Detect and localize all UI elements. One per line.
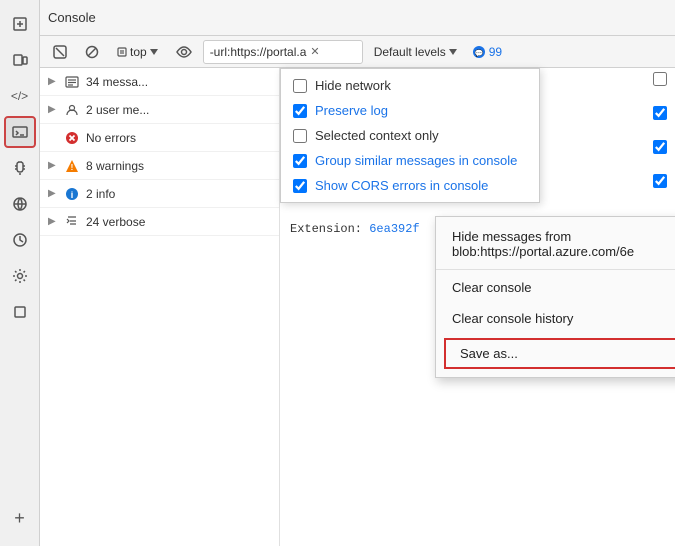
cors-errors-checkbox[interactable]: [293, 179, 307, 193]
sidebar-icon-performance[interactable]: [4, 224, 36, 256]
sidebar-icon-code[interactable]: </>: [4, 80, 36, 112]
selected-context-item[interactable]: Selected context only: [281, 123, 539, 148]
group-similar-item[interactable]: Group similar messages in console: [281, 148, 539, 173]
divider-1: [436, 269, 675, 270]
list-item[interactable]: ▶ i 2 info: [40, 180, 279, 208]
right-check-4[interactable]: [653, 174, 667, 188]
expand-arrow: ▶: [48, 216, 58, 227]
group-similar-label: Group similar messages in console: [315, 153, 517, 168]
svg-text:i: i: [71, 190, 74, 200]
count-number: 99: [489, 45, 502, 59]
clear-button[interactable]: [46, 40, 74, 64]
content-area: ▶ 34 messa... ▶: [40, 68, 675, 546]
sidebar-icon-console[interactable]: [4, 116, 36, 148]
context-selector[interactable]: top: [110, 40, 165, 64]
list-item-label: 2 user me...: [86, 103, 149, 117]
toolbar: top -url:https://portal.a ✕ Default leve…: [40, 36, 675, 68]
save-as-item[interactable]: Save as...: [444, 338, 675, 369]
list-item-label: 2 info: [86, 187, 115, 201]
sidebar: </> +: [0, 0, 40, 546]
hide-network-label: Hide network: [315, 78, 391, 93]
list-item[interactable]: ▶ ! 8 warnings: [40, 152, 279, 180]
list-item[interactable]: ▶ 24 verbose: [40, 208, 279, 236]
hide-messages-item[interactable]: Hide messages from blob:https://portal.a…: [436, 221, 675, 267]
list-item[interactable]: No errors: [40, 124, 279, 152]
eye-button[interactable]: [169, 40, 199, 64]
list-item-label: 8 warnings: [86, 159, 144, 173]
levels-label: Default levels: [374, 45, 446, 59]
save-as-label: Save as...: [460, 346, 518, 361]
url-filter-clear[interactable]: ✕: [310, 45, 319, 58]
sidebar-icon-add[interactable]: +: [4, 502, 36, 534]
list-item-label: No errors: [86, 131, 136, 145]
message-list: ▶ 34 messa... ▶: [40, 68, 280, 546]
topbar: Console: [40, 0, 675, 36]
preserve-log-label: Preserve log: [315, 103, 388, 118]
user-icon: [64, 102, 80, 118]
messages-icon: [64, 74, 80, 90]
clear-history-item[interactable]: Clear console history: [436, 303, 675, 334]
context-menu: Hide messages from blob:https://portal.a…: [435, 216, 675, 378]
sidebar-icon-device[interactable]: [4, 44, 36, 76]
hide-network-checkbox[interactable]: [293, 79, 307, 93]
sidebar-icon-settings[interactable]: [4, 260, 36, 292]
expand-arrow: ▶: [48, 188, 58, 199]
expand-arrow: ▶: [48, 76, 58, 87]
sidebar-icon-debug[interactable]: [4, 152, 36, 184]
expand-arrow: ▶: [48, 104, 58, 115]
url-filter-field[interactable]: -url:https://portal.a ✕: [203, 40, 363, 64]
list-item-label: 24 verbose: [86, 215, 145, 229]
message-count-badge: 💬 99: [468, 45, 506, 59]
main-panel: Console top: [40, 0, 675, 546]
hide-messages-label: Hide messages from blob:https://portal.a…: [452, 229, 634, 259]
sidebar-icon-inspect[interactable]: [4, 8, 36, 40]
list-item[interactable]: ▶ 2 user me...: [40, 96, 279, 124]
panel-title: Console: [48, 10, 96, 25]
sidebar-icon-network[interactable]: [4, 188, 36, 220]
clear-console-item[interactable]: Clear console: [436, 272, 675, 303]
cors-errors-item[interactable]: Show CORS errors in console: [281, 173, 539, 198]
list-item[interactable]: ▶ 34 messa...: [40, 68, 279, 96]
warning-icon: !: [64, 158, 80, 174]
preserve-log-item[interactable]: Preserve log: [281, 98, 539, 123]
svg-text:💬: 💬: [474, 48, 483, 57]
selected-context-checkbox[interactable]: [293, 129, 307, 143]
url-filter-text: -url:https://portal.a: [210, 45, 307, 59]
right-check-2[interactable]: [653, 106, 667, 120]
error-icon: [64, 130, 80, 146]
expand-arrow: ▶: [48, 160, 58, 171]
preserve-log-checkbox[interactable]: [293, 104, 307, 118]
no-sign-button[interactable]: [78, 40, 106, 64]
hide-network-item[interactable]: Hide network: [281, 73, 539, 98]
right-panel: Hide network Preserve log Selected conte…: [280, 68, 675, 546]
group-similar-checkbox[interactable]: [293, 154, 307, 168]
levels-dropdown-panel: Hide network Preserve log Selected conte…: [280, 68, 540, 203]
clear-console-label: Clear console: [452, 280, 532, 295]
right-checkboxes: [653, 72, 667, 188]
console-log-link[interactable]: 6ea392f: [369, 222, 419, 236]
right-check-1[interactable]: [653, 72, 667, 86]
verbose-icon: [64, 214, 80, 230]
list-item-label: 34 messa...: [86, 75, 148, 89]
levels-dropdown[interactable]: Default levels: [367, 40, 464, 64]
clear-history-label: Clear console history: [452, 311, 573, 326]
context-label: top: [130, 45, 147, 59]
cors-errors-label: Show CORS errors in console: [315, 178, 488, 193]
console-log-text: Extension:: [290, 222, 362, 236]
right-check-3[interactable]: [653, 140, 667, 154]
selected-context-label: Selected context only: [315, 128, 439, 143]
info-icon: i: [64, 186, 80, 202]
svg-text:!: !: [71, 163, 74, 172]
sidebar-icon-layers[interactable]: [4, 296, 36, 328]
